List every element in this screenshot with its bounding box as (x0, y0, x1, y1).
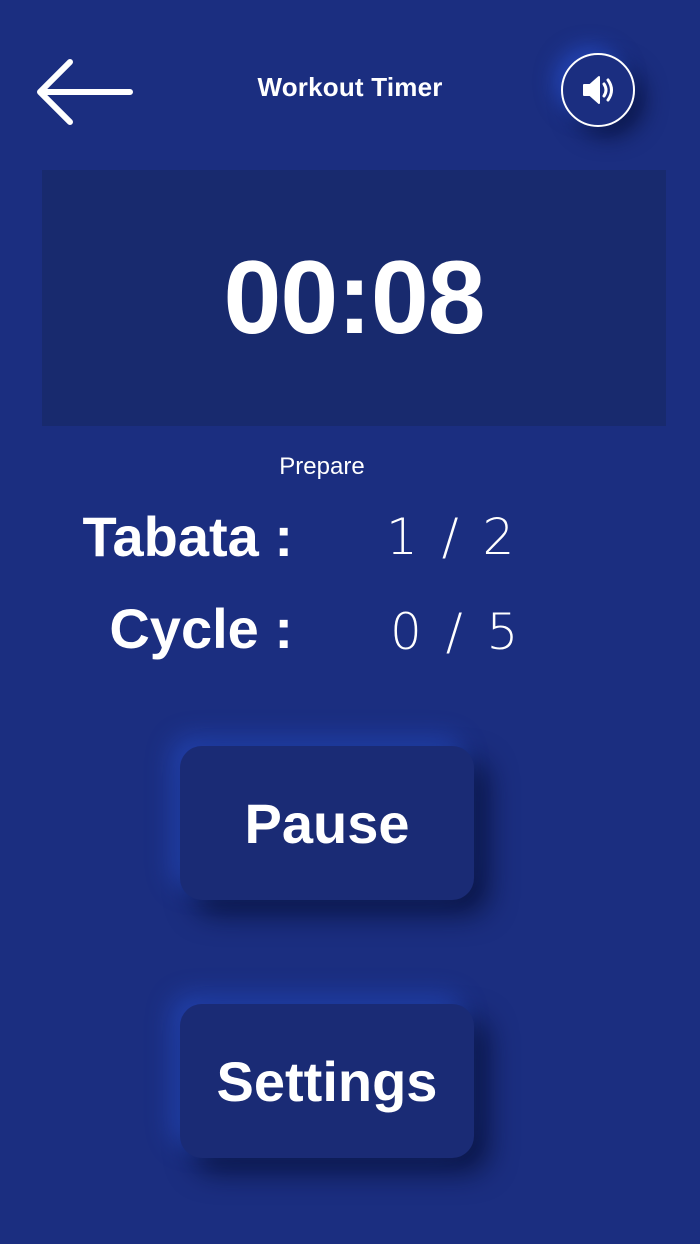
phase-label: Prepare (279, 453, 365, 480)
cycle-label: Cycle : (109, 597, 293, 660)
timer-display: 00:08 (223, 240, 486, 356)
tabata-label: Tabata : (82, 505, 293, 568)
sound-toggle-button[interactable] (561, 53, 635, 127)
speaker-icon (583, 76, 613, 104)
settings-button[interactable]: Settings (180, 1004, 474, 1158)
pause-button[interactable]: Pause (180, 746, 474, 900)
tabata-value: 1 / 2 (386, 508, 519, 566)
timer-panel: 00:08 (42, 170, 666, 426)
cycle-value: 0 / 5 (390, 603, 523, 661)
